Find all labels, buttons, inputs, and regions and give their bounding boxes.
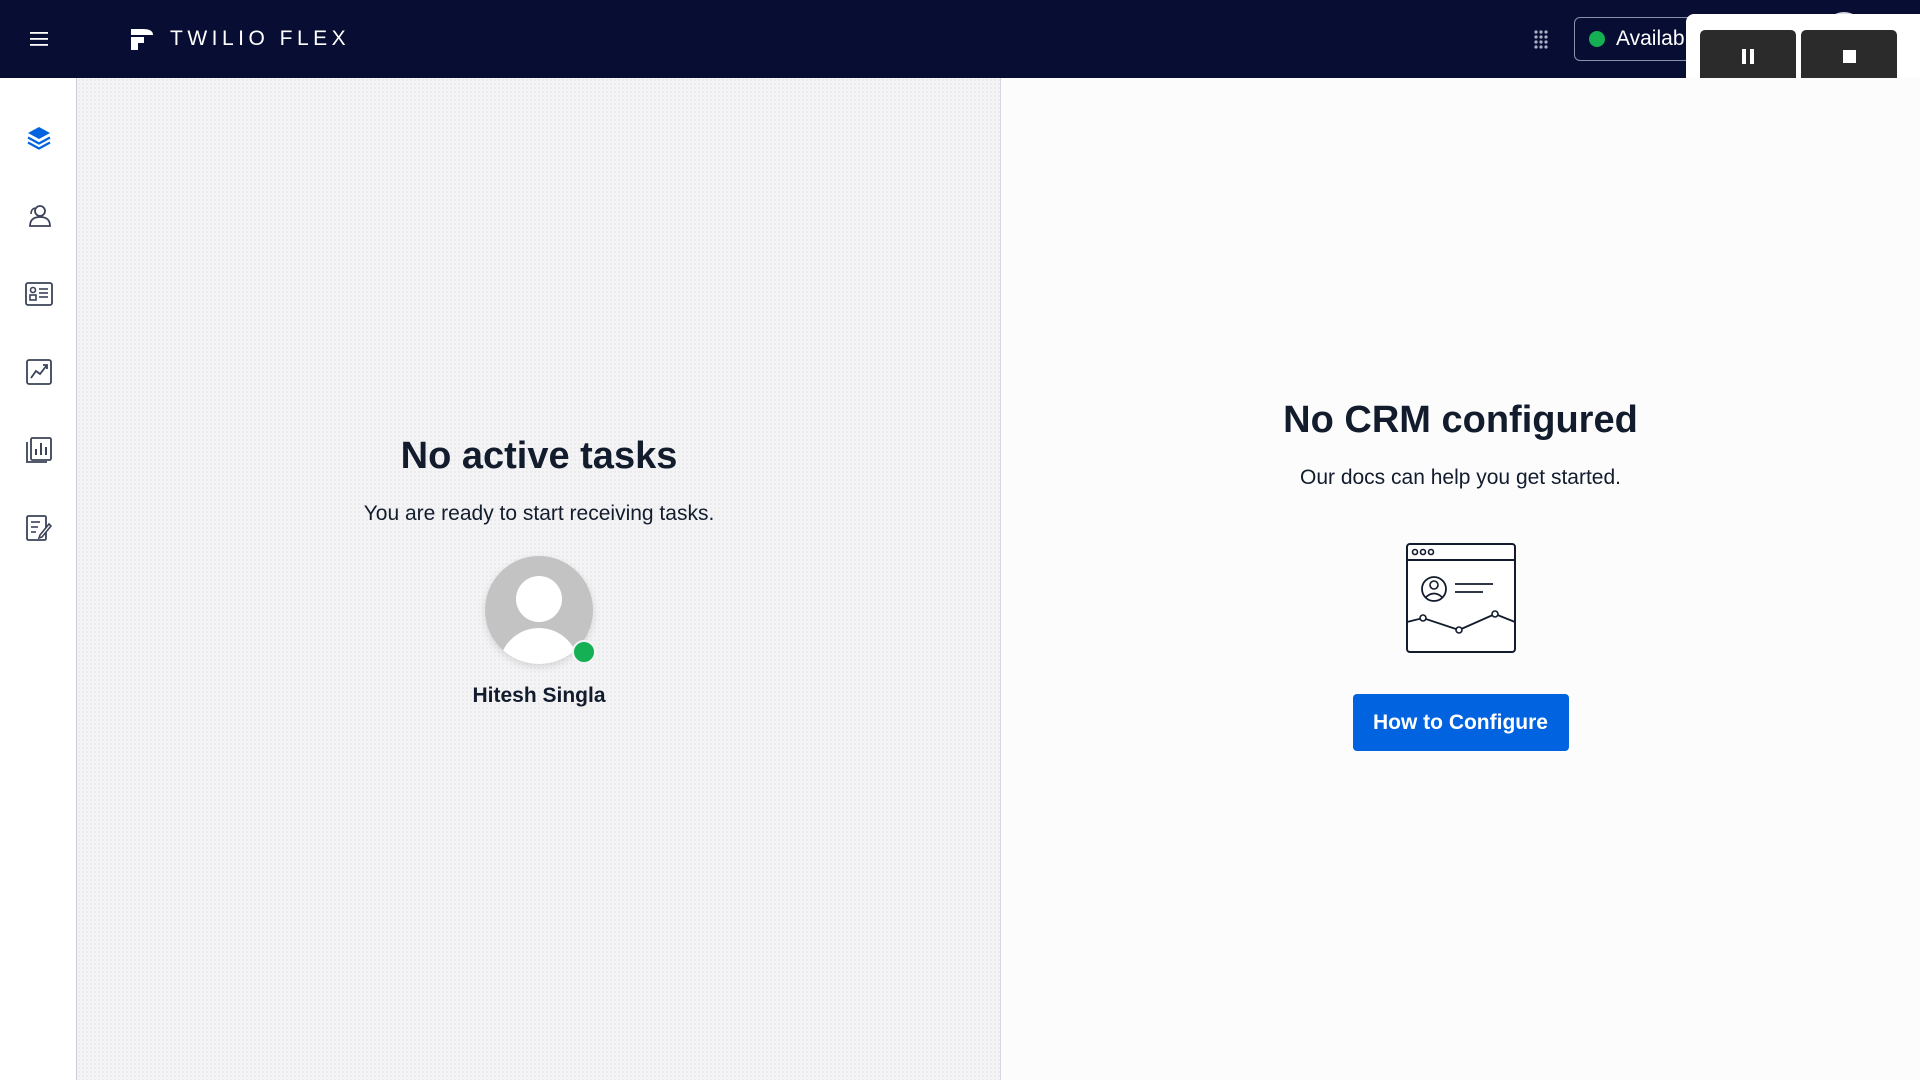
crm-subtitle: Our docs can help you get started. — [1299, 466, 1622, 489]
task-list-panel: No active tasks You are ready to start r… — [77, 78, 1001, 1080]
sidebar-item-teams[interactable] — [18, 195, 60, 237]
no-tasks-title: No active tasks — [400, 435, 678, 477]
crm-browser-illustration-icon — [1405, 542, 1517, 654]
avatar-head — [516, 576, 562, 622]
status-indicator-dot — [1589, 31, 1605, 47]
sidebar-item-notes[interactable] — [18, 507, 60, 549]
crm-title: No CRM configured — [1283, 399, 1638, 441]
pause-button[interactable] — [1700, 30, 1796, 83]
agent-name: Hitesh Singla — [472, 684, 606, 707]
apps-button[interactable] — [1524, 24, 1558, 54]
avatar-body — [499, 628, 579, 664]
edit-notes-icon — [26, 515, 52, 541]
hamburger-menu-icon — [30, 32, 48, 46]
sidebar-item-agent-desktop[interactable] — [18, 117, 60, 159]
brand-name: TWILIO FLEX — [170, 27, 351, 50]
no-crm-state: No CRM configured Our docs can help you … — [1001, 399, 1920, 751]
status-label: Availab — [1616, 27, 1685, 50]
agents-icon — [29, 205, 51, 227]
sidebar-item-queues[interactable] — [18, 273, 60, 315]
twilio-flex-logo-icon — [131, 29, 153, 50]
pause-icon — [1742, 49, 1754, 64]
crm-panel: No CRM configured Our docs can help you … — [1001, 78, 1920, 1080]
no-tasks-state: No active tasks You are ready to start r… — [77, 435, 1001, 708]
sidebar-item-analytics[interactable] — [18, 351, 60, 393]
sidebar-item-reports[interactable] — [18, 429, 60, 471]
analytics-chart-icon — [26, 359, 52, 385]
stop-button[interactable] — [1801, 30, 1897, 83]
no-tasks-subtitle: You are ready to start receiving tasks. — [363, 502, 715, 525]
reports-bar-chart-icon — [26, 437, 52, 463]
agent-avatar — [485, 556, 596, 664]
how-to-configure-button[interactable]: How to Configure — [1352, 694, 1569, 751]
layers-icon — [27, 127, 51, 150]
agent-status-dot — [572, 640, 596, 664]
brand: TWILIO FLEX — [130, 24, 350, 54]
contact-card-icon — [25, 282, 53, 306]
grid-apps-icon — [1534, 30, 1548, 49]
top-bar: TWILIO FLEX Availab — [0, 0, 1920, 78]
stop-icon — [1842, 50, 1856, 63]
side-nav — [0, 78, 77, 1080]
menu-button[interactable] — [22, 24, 56, 54]
